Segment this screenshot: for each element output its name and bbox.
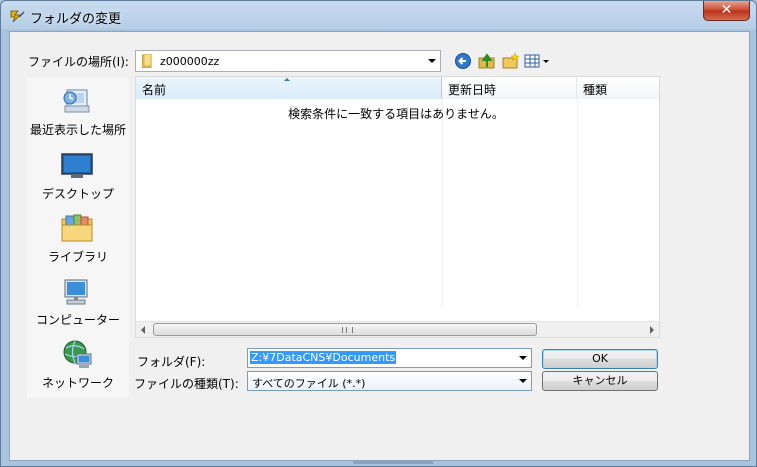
new-folder-icon[interactable] xyxy=(502,52,520,70)
recent-places-icon xyxy=(63,89,90,113)
up-folder-icon[interactable] xyxy=(478,52,496,70)
chevron-down-icon[interactable] xyxy=(519,379,527,383)
column-header-modified[interactable]: 更新日時 xyxy=(442,77,577,99)
column-divider xyxy=(442,99,443,307)
place-label-desktop: デスクトップ xyxy=(41,187,114,201)
dialog-window: フォルダの変更 ✕ ファイルの場所(I): z000000zz 最近表示した場所… xyxy=(0,0,757,467)
column-header-label: 更新日時 xyxy=(448,83,497,97)
place-libraries[interactable]: ライブラリ xyxy=(27,209,129,271)
window-title: フォルダの変更 xyxy=(30,12,122,27)
column-header-name[interactable]: 名前 xyxy=(136,77,442,99)
place-label-computer: コンピューター xyxy=(35,313,120,327)
place-label-recent: 最近表示した場所 xyxy=(29,123,126,137)
column-header-label: 名前 xyxy=(142,83,167,97)
column-divider xyxy=(577,99,578,307)
title-bar[interactable]: フォルダの変更 ✕ xyxy=(1,1,756,30)
libraries-icon xyxy=(61,214,93,242)
file-type-label: ファイルの種類(T): xyxy=(134,377,239,391)
column-header-label: 種類 xyxy=(583,83,608,97)
network-icon xyxy=(63,340,92,368)
scroll-thumb[interactable] xyxy=(153,323,537,336)
folder-input[interactable]: Z:¥7DataCNS¥Documents xyxy=(247,348,532,368)
chevron-down-icon[interactable] xyxy=(519,356,527,360)
chevron-down-icon[interactable] xyxy=(428,59,436,63)
sort-up-icon xyxy=(284,78,290,81)
place-label-libraries: ライブラリ xyxy=(47,250,108,264)
cancel-button[interactable]: キャンセル xyxy=(542,371,658,391)
column-header-type[interactable]: 種類 xyxy=(577,77,659,99)
view-menu-icon[interactable] xyxy=(524,52,552,70)
dialog-client: ファイルの場所(I): z000000zz 最近表示した場所 デスクトップ ライ… xyxy=(9,31,750,461)
close-button[interactable]: ✕ xyxy=(703,1,750,21)
places-bar: 最近表示した場所 デスクトップ ライブラリ コンピューター ネットワーク xyxy=(26,77,130,399)
desktop-icon xyxy=(61,153,93,178)
lookin-value: z000000zz xyxy=(160,55,220,68)
place-recent[interactable]: 最近表示した場所 xyxy=(27,82,129,144)
lookin-label: ファイルの場所(I): xyxy=(28,55,129,69)
lookin-combo[interactable]: z000000zz xyxy=(135,50,441,72)
scroll-right-icon[interactable] xyxy=(650,326,654,334)
folder-label: フォルダ(F): xyxy=(137,355,206,369)
file-type-value: すべてのファイル (*.*) xyxy=(252,377,366,390)
place-label-network: ネットワーク xyxy=(41,376,114,390)
window-resize-edge[interactable] xyxy=(353,461,433,464)
place-desktop[interactable]: デスクトップ xyxy=(27,146,129,208)
horizontal-scrollbar[interactable] xyxy=(136,321,659,337)
place-network[interactable]: ネットワーク xyxy=(27,335,129,397)
folder-icon xyxy=(142,54,152,68)
empty-message: 検索条件に一致する項目はありません。 xyxy=(288,107,504,121)
back-icon[interactable] xyxy=(454,52,472,70)
scroll-left-icon[interactable] xyxy=(141,326,145,334)
folder-value: Z:¥7DataCNS¥Documents xyxy=(250,351,397,364)
file-list[interactable]: 名前 更新日時 種類 検索条件に一致する項目はありません。 xyxy=(135,76,660,338)
place-computer[interactable]: コンピューター xyxy=(27,272,129,334)
computer-icon xyxy=(64,279,88,305)
file-type-select[interactable]: すべてのファイル (*.*) xyxy=(247,371,532,391)
ok-button[interactable]: OK xyxy=(542,349,658,369)
grip-icon xyxy=(342,327,353,333)
app-icon xyxy=(10,10,25,23)
